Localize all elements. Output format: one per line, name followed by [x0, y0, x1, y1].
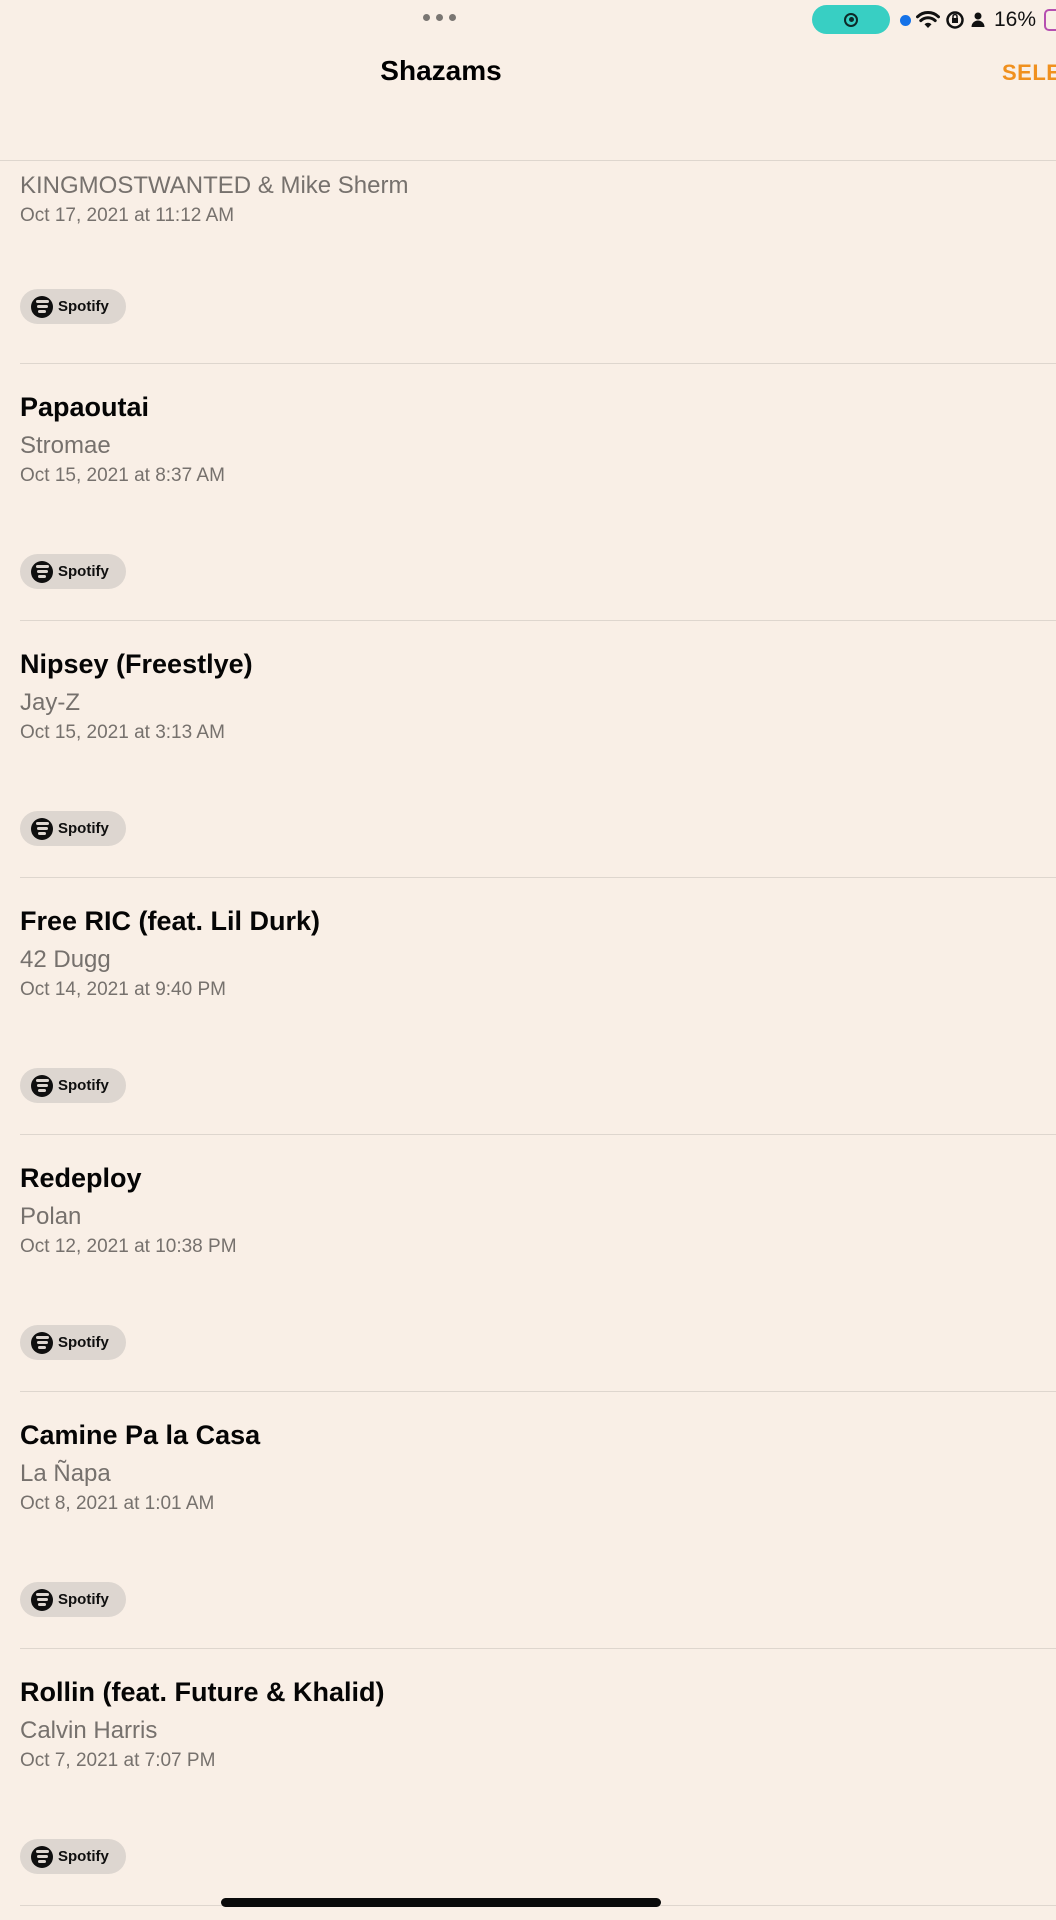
- shazam-list: KINGMOSTWANTED & Mike Sherm Oct 17, 2021…: [0, 161, 1056, 1906]
- open-in-spotify-button[interactable]: Spotify: [20, 1839, 126, 1874]
- track-date: Oct 12, 2021 at 10:38 PM: [20, 1236, 237, 1257]
- spotify-label: Spotify: [58, 1848, 109, 1865]
- track-date: Oct 15, 2021 at 8:37 AM: [20, 465, 225, 486]
- open-in-spotify-button[interactable]: Spotify: [20, 811, 126, 846]
- track-title: Rollin (feat. Future & Khalid): [20, 1677, 385, 1707]
- list-item[interactable]: Rollin (feat. Future & Khalid) Calvin Ha…: [20, 1649, 1056, 1906]
- spotify-label: Spotify: [58, 1591, 109, 1608]
- list-item[interactable]: Nipsey (Freestlye) Jay-Z Oct 15, 2021 at…: [20, 621, 1056, 878]
- spotify-icon: [31, 1845, 53, 1868]
- rotation-lock-icon: [946, 11, 964, 29]
- track-title: Nipsey (Freestlye): [20, 649, 253, 679]
- status-icons: 16%: [899, 6, 1056, 34]
- spotify-label: Spotify: [58, 820, 109, 837]
- record-icon: [844, 12, 858, 27]
- battery-percentage: 16%: [993, 8, 1036, 31]
- spotify-icon: [31, 817, 53, 840]
- home-indicator[interactable]: [221, 1898, 661, 1907]
- wifi-icon: [915, 11, 940, 28]
- open-in-spotify-button[interactable]: Spotify: [20, 1325, 126, 1360]
- track-title: Camine Pa la Casa: [20, 1420, 261, 1450]
- track-artist: La Ñapa: [20, 1460, 111, 1487]
- spotify-label: Spotify: [58, 1334, 109, 1351]
- track-artist: 42 Dugg: [20, 946, 111, 973]
- track-title: Free RIC (feat. Lil Durk): [20, 906, 321, 936]
- track-title: Papaoutai: [20, 392, 150, 422]
- track-date: Oct 17, 2021 at 11:12 AM: [20, 205, 235, 226]
- open-in-spotify-button[interactable]: Spotify: [20, 289, 126, 324]
- open-in-spotify-button[interactable]: Spotify: [20, 1068, 126, 1103]
- page-title: Shazams: [380, 55, 502, 86]
- screen-recording-indicator[interactable]: [812, 5, 890, 34]
- track-date: Oct 14, 2021 at 9:40 PM: [20, 979, 226, 1000]
- spotify-icon: [31, 1074, 53, 1097]
- open-in-spotify-button[interactable]: Spotify: [20, 554, 126, 589]
- track-artist: Jay-Z: [20, 689, 80, 716]
- open-in-spotify-button[interactable]: Spotify: [20, 1582, 126, 1617]
- list-item[interactable]: Redeploy Polan Oct 12, 2021 at 10:38 PM …: [20, 1135, 1056, 1392]
- track-artist: Calvin Harris: [20, 1717, 158, 1744]
- list-item[interactable]: KINGMOSTWANTED & Mike Sherm Oct 17, 2021…: [20, 161, 1056, 364]
- multitasking-menu-icon[interactable]: [423, 14, 456, 21]
- track-title: Redeploy: [20, 1163, 142, 1193]
- list-item[interactable]: Free RIC (feat. Lil Durk) 42 Dugg Oct 14…: [20, 878, 1056, 1135]
- track-date: Oct 7, 2021 at 7:07 PM: [20, 1750, 216, 1771]
- shazams-screen: 16% Shazams SELE KINGMOSTWANTED & Mike S…: [0, 0, 1056, 1920]
- track-artist: KINGMOSTWANTED & Mike Sherm: [20, 172, 409, 199]
- select-button[interactable]: SELE: [1002, 60, 1056, 86]
- spotify-label: Spotify: [58, 1077, 109, 1094]
- track-artist: Polan: [20, 1203, 82, 1230]
- track-date: Oct 15, 2021 at 3:13 AM: [20, 722, 225, 743]
- status-bar: 16%: [0, 0, 1056, 40]
- spotify-icon: [31, 560, 53, 583]
- spotify-label: Spotify: [58, 298, 109, 315]
- spotify-icon: [31, 295, 53, 318]
- spotify-label: Spotify: [58, 563, 109, 580]
- track-artist: Stromae: [20, 432, 111, 459]
- battery-icon: [1044, 9, 1056, 31]
- spotify-icon: [31, 1588, 53, 1611]
- person-icon: [971, 12, 985, 27]
- spotify-icon: [31, 1331, 53, 1354]
- list-item[interactable]: Papaoutai Stromae Oct 15, 2021 at 8:37 A…: [20, 364, 1056, 621]
- list-item[interactable]: Camine Pa la Casa La Ñapa Oct 8, 2021 at…: [20, 1392, 1056, 1649]
- track-date: Oct 8, 2021 at 1:01 AM: [20, 1493, 215, 1514]
- location-dot-icon: [899, 14, 911, 26]
